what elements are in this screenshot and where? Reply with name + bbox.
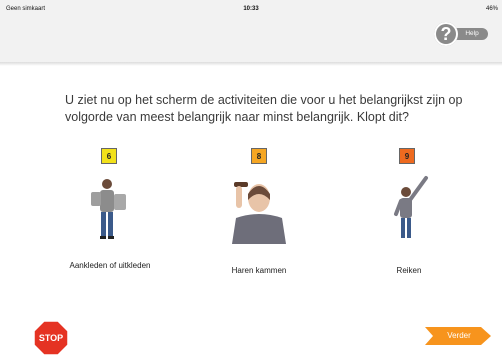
top-bar	[0, 18, 502, 62]
stop-label: STOP	[38, 333, 64, 343]
status-bar: Geen simkaart 10:33 46%	[0, 0, 502, 18]
question-icon: ?	[434, 22, 458, 46]
activity-photo-reaching	[372, 174, 446, 244]
header-divider	[0, 62, 502, 66]
activity-label: Reiken	[396, 266, 422, 275]
clock: 10:33	[243, 6, 259, 12]
next-label: Verder	[447, 331, 471, 340]
activity-photo-combing	[222, 174, 296, 244]
activity-label: Aankleden of uitkleden	[69, 261, 151, 270]
activity-photo-dressing	[73, 174, 147, 244]
question-text: U ziet nu op het scherm de activiteiten …	[65, 93, 463, 124]
activity-label: Haren kammen	[231, 266, 287, 275]
rank-badge: 9	[399, 148, 415, 164]
stop-button[interactable]: STOP	[33, 320, 69, 356]
help-button[interactable]: Help ?	[434, 22, 490, 46]
next-button[interactable]: Verder	[425, 327, 491, 345]
battery-level: 46%	[485, 6, 498, 12]
rank-badge: 6	[101, 148, 117, 164]
rank-badge: 8	[251, 148, 267, 164]
